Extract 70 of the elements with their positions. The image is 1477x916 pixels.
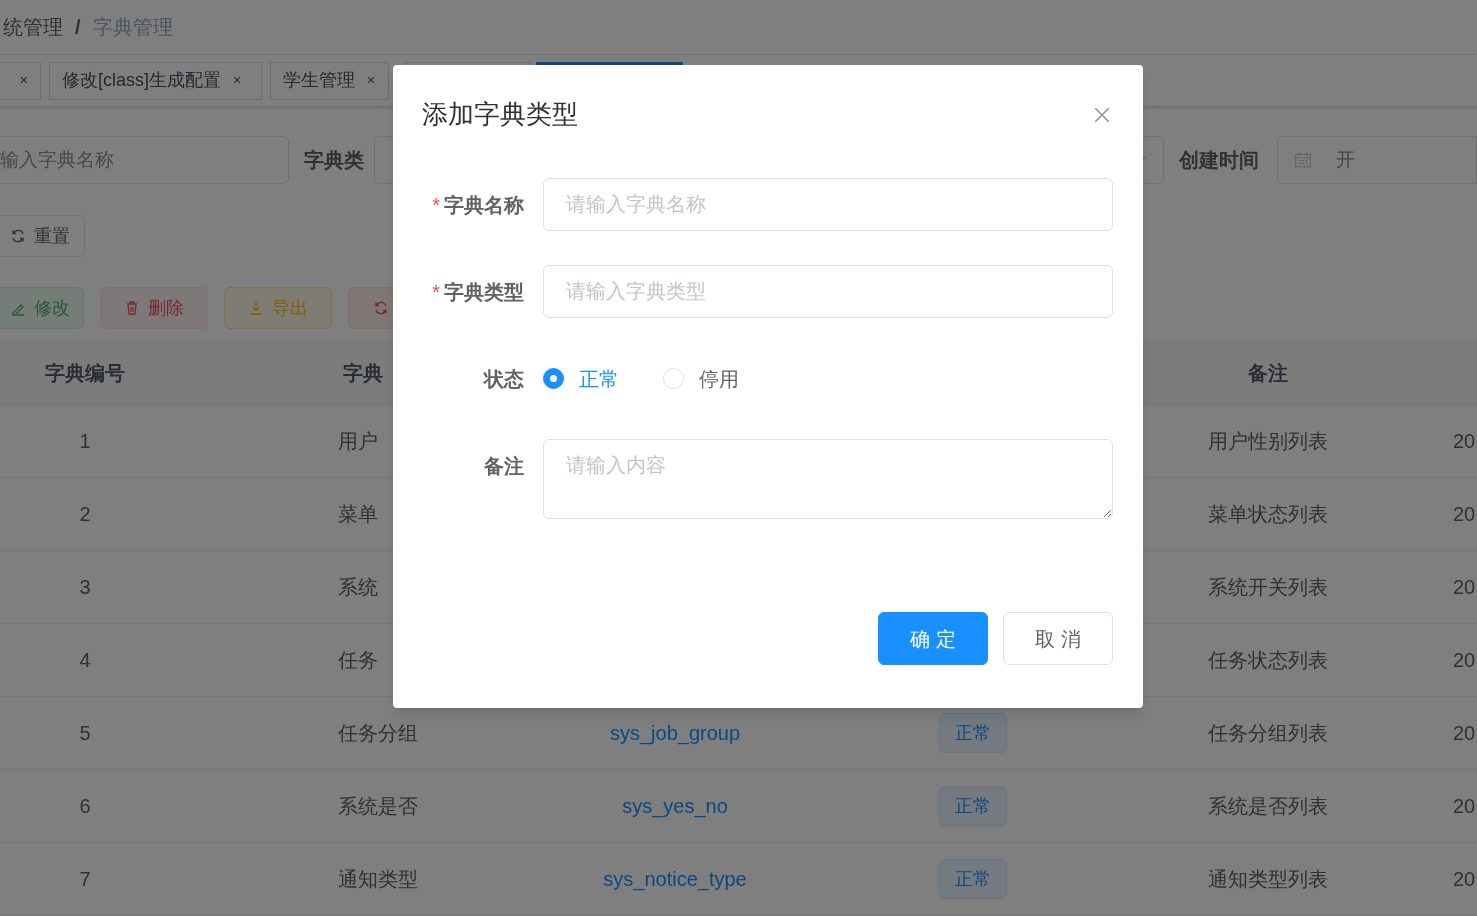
field-label: 状态 bbox=[484, 366, 524, 392]
text-field[interactable]: 请输入字典类型 bbox=[543, 265, 1113, 318]
column-header: 字典编号 bbox=[45, 362, 125, 384]
refresh-icon bbox=[10, 228, 26, 244]
tab[interactable]: × bbox=[0, 61, 41, 100]
table-cell-text: 20 bbox=[1453, 429, 1476, 454]
dialog-title: 添加字典类型 bbox=[422, 98, 578, 131]
table-cell-text: 通知类型 bbox=[338, 867, 418, 892]
column-header: 备注 bbox=[1248, 362, 1288, 384]
table-cell-text: 20 bbox=[1453, 721, 1476, 746]
confirm-button[interactable]: 确 定 bbox=[878, 612, 988, 665]
radio-option[interactable]: 停用 bbox=[663, 363, 739, 394]
table-cell-text: 通知类型列表 bbox=[1208, 867, 1328, 892]
table-cell-text: 任务状态列表 bbox=[1208, 648, 1328, 673]
table-cell-text: 菜单 bbox=[338, 502, 378, 527]
table-cell-text: 2 bbox=[79, 502, 91, 527]
table-cell-text: 20 bbox=[1453, 794, 1476, 819]
tab-close[interactable]: × bbox=[233, 70, 242, 91]
field-label: 字典类 bbox=[303, 148, 364, 173]
table-cell-text: 1 bbox=[79, 429, 91, 454]
column-header: 字典 bbox=[343, 362, 383, 384]
table-cell-text: 6 bbox=[79, 794, 91, 819]
reset-button[interactable]: 重置 bbox=[0, 215, 85, 257]
table-cell-text: 用户 bbox=[338, 429, 378, 454]
refresh-icon bbox=[373, 300, 389, 316]
cancel-button[interactable]: 取 消 bbox=[1003, 612, 1113, 665]
table-cell-text: 菜单状态列表 bbox=[1208, 502, 1328, 527]
table-cell-text: 系统 bbox=[338, 575, 378, 600]
status-tag: 正常 bbox=[939, 713, 1007, 753]
field-label: 备注 bbox=[484, 454, 524, 479]
table-cell[interactable]: sys_yes_no bbox=[622, 791, 728, 821]
table-cell-text: 任务分组列表 bbox=[1208, 721, 1328, 746]
table-cell-text: 系统开关列表 bbox=[1208, 575, 1328, 600]
name-field[interactable]: 输入字典名称 bbox=[0, 136, 289, 184]
table-cell-text: 任务分组 bbox=[338, 721, 418, 746]
text-area[interactable]: 请输入内容 bbox=[543, 439, 1113, 519]
table-cell-text: 20 bbox=[1453, 867, 1476, 892]
required-mark: * bbox=[432, 279, 440, 305]
table-cell-text: 系统是否列表 bbox=[1208, 794, 1328, 819]
table-cell-text: 任务 bbox=[338, 648, 378, 673]
calendar-icon bbox=[1294, 151, 1312, 169]
download-icon bbox=[248, 300, 264, 316]
table-cell-text: 20 bbox=[1453, 575, 1476, 600]
status-tag: 正常 bbox=[939, 786, 1007, 826]
tab[interactable]: 修改[class]生成配置 × bbox=[49, 61, 262, 100]
table-cell-text: 系统是否 bbox=[338, 794, 418, 819]
breadcrumb-item[interactable]: 统管理 bbox=[3, 12, 63, 42]
table-cell-text: 5 bbox=[79, 721, 91, 746]
field-label: 字典名称 bbox=[444, 192, 524, 218]
table-cell-text: 20 bbox=[1453, 648, 1476, 673]
table-cell-text: 7 bbox=[79, 867, 91, 892]
table-cell[interactable]: sys_job_group bbox=[609, 718, 741, 748]
table-cell-text: 4 bbox=[79, 648, 91, 673]
date-range-field[interactable]: 开 bbox=[1277, 136, 1477, 184]
close-icon[interactable] bbox=[1093, 105, 1111, 124]
table-cell-text: 20 bbox=[1453, 502, 1476, 527]
required-mark: * bbox=[432, 192, 440, 218]
field-label: 字典类型 bbox=[444, 279, 524, 305]
breadcrumb-separator: / bbox=[75, 15, 81, 40]
tab-close[interactable]: × bbox=[19, 70, 28, 91]
tab[interactable]: 学生管理 × bbox=[270, 61, 389, 100]
status-tag: 正常 bbox=[939, 859, 1007, 899]
field-label: 创建时间 bbox=[1179, 148, 1259, 173]
radio-option[interactable]: 正常 bbox=[543, 363, 619, 394]
table-cell-text: 3 bbox=[79, 575, 91, 600]
table-cell-text: 用户性别列表 bbox=[1208, 429, 1328, 454]
text-field[interactable]: 请输入字典名称 bbox=[543, 178, 1113, 231]
trash-icon bbox=[124, 300, 140, 316]
tab-close[interactable]: × bbox=[367, 70, 376, 91]
table-cell[interactable]: sys_notice_type bbox=[603, 864, 747, 894]
